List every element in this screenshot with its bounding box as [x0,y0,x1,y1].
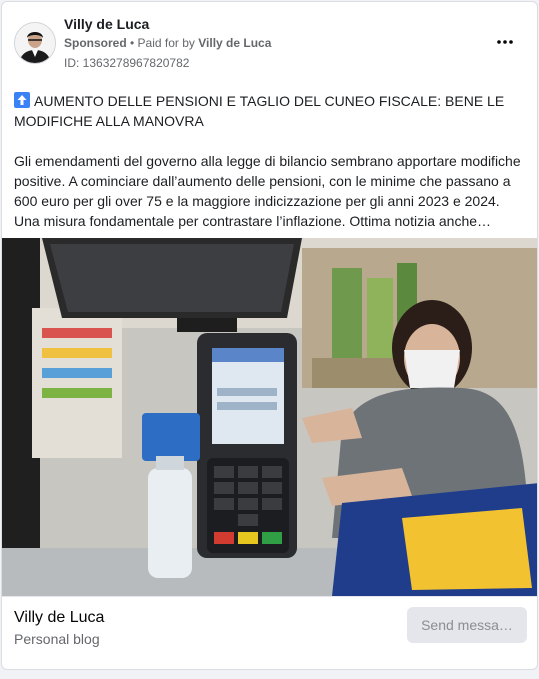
sponsored-label: Sponsored [64,36,127,50]
page-category: Personal blog [14,631,100,647]
sponsored-line: Sponsored • Paid for by Villy de Luca [64,36,271,50]
page-name[interactable]: Villy de Luca [14,609,104,627]
ad-id: ID: 1363278967820782 [64,56,190,70]
post-image[interactable] [2,238,537,596]
ellipsis-icon[interactable] [493,32,517,52]
paid-for-prefix: • Paid for by [126,36,199,50]
ad-card: Villy de Luca Sponsored • Paid for by Vi… [1,1,538,670]
paid-for-name: Villy de Luca [198,36,272,50]
post-footer: Villy de Luca Personal blog Send messa… [2,596,537,669]
headline-text: AUMENTO DELLE PENSIONI E TAGLIO DEL CUNE… [14,93,505,129]
post-paragraph: Gli emendamenti del governo alla legge d… [14,153,521,229]
headline: AUMENTO DELLE PENSIONI E TAGLIO DEL CUNE… [14,91,526,131]
avatar[interactable] [14,22,56,64]
post-text: AUMENTO DELLE PENSIONI E TAGLIO DEL CUNE… [14,91,526,231]
send-message-button[interactable]: Send messa… [407,607,527,643]
up-arrow-icon [14,92,30,108]
post-header: Villy de Luca Sponsored • Paid for by Vi… [2,2,537,82]
author-name[interactable]: Villy de Luca [64,16,149,32]
